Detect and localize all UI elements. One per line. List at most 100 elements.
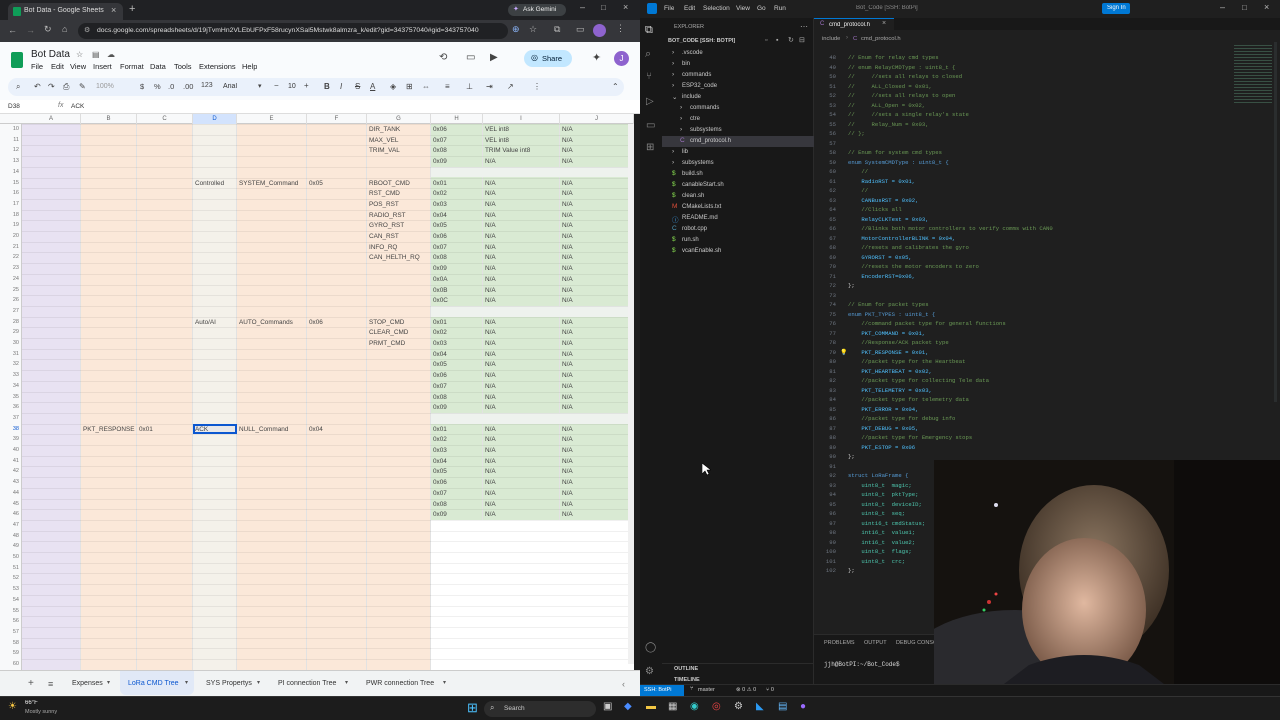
paint-format-icon[interactable]: ✎	[79, 82, 86, 91]
explorer-item[interactable]: › subsystems	[662, 158, 814, 169]
row-number[interactable]: 14	[0, 169, 19, 175]
sheet-cell[interactable]: Auto/AI	[195, 319, 216, 326]
sheet-cell[interactable]: PRMT_CMD	[369, 340, 405, 347]
sheet-cell[interactable]: 0x05	[433, 361, 447, 368]
row-number[interactable]: 31	[0, 351, 19, 357]
sheet-cell[interactable]: N/A	[485, 490, 496, 497]
sheet-cell[interactable]: 0x04	[433, 212, 447, 219]
row-number[interactable]: 58	[0, 640, 19, 646]
zoom-select[interactable]: 100%	[96, 83, 114, 90]
sheet-cell[interactable]: N/A	[562, 190, 573, 197]
remote-explorer-icon[interactable]: ▭	[646, 120, 655, 131]
sheet-cell[interactable]: 0x09	[433, 158, 447, 165]
sheet-cell[interactable]: N/A	[562, 436, 573, 443]
row-number[interactable]: 27	[0, 308, 19, 314]
sheet-cell[interactable]: N/A	[485, 190, 496, 197]
sheet-cell[interactable]: N/A	[562, 287, 573, 294]
print-icon[interactable]: ⎙	[63, 82, 69, 92]
row-number[interactable]: 45	[0, 501, 19, 507]
sheet-cell[interactable]: N/A	[485, 265, 496, 272]
scroll-tabs-icon[interactable]: ‹	[622, 679, 625, 689]
sheet-cell[interactable]: 0x05	[309, 180, 323, 187]
valign-icon[interactable]: ⊥	[466, 82, 473, 91]
comments-icon[interactable]: ▭	[466, 52, 475, 63]
forward-icon[interactable]: →	[26, 25, 35, 35]
panel-tab-problems[interactable]: PROBLEMS	[824, 640, 855, 646]
redo-icon[interactable]: ↷	[48, 82, 55, 91]
explorer-item[interactable]: $ vcanEnable.sh	[662, 246, 814, 257]
sheet-cell[interactable]: INFO_RQ	[369, 244, 397, 251]
branch-label[interactable]: master	[698, 687, 715, 693]
editor-scrollbar[interactable]	[1274, 42, 1277, 402]
vs-menu-file[interactable]: File	[664, 5, 674, 12]
sheet-cell[interactable]: N/A	[562, 319, 573, 326]
menu-insert[interactable]: Insert	[93, 62, 112, 71]
vscode-taskbar-icon[interactable]: ◣	[756, 701, 764, 712]
url-field[interactable]: ⚙ docs.google.com/spreadsheets/d/19jTvmH…	[78, 23, 508, 39]
sheet-cell[interactable]: N/A	[485, 447, 496, 454]
borders-icon[interactable]: ⊞	[406, 82, 413, 91]
row-number[interactable]: 16	[0, 190, 19, 196]
vs-close-icon[interactable]: ×	[1264, 2, 1269, 12]
sheet-cell[interactable]: N/A	[485, 158, 496, 165]
sheet-cell[interactable]: N/A	[485, 244, 496, 251]
sheet-cell[interactable]: RADIO_RST	[369, 212, 406, 219]
sheet-cell[interactable]: N/A	[562, 490, 573, 497]
decrease-decimal-icon[interactable]: .0	[168, 82, 174, 91]
extensions-icon[interactable]: ⊞	[646, 142, 654, 153]
chrome-taskbar-icon[interactable]: ◎	[712, 701, 721, 712]
sheet-cell[interactable]: CAN_HELTH_RQ	[369, 254, 420, 261]
sheet-cell[interactable]: 0x08	[433, 254, 447, 261]
move-icon[interactable]: ▤	[92, 50, 100, 59]
vs-menu-go[interactable]: Go	[757, 5, 766, 12]
sheet-cell[interactable]: N/A	[562, 222, 573, 229]
sheet-cell[interactable]: N/A	[562, 501, 573, 508]
sheet-cell[interactable]: N/A	[562, 180, 573, 187]
row-number[interactable]: 48	[0, 533, 19, 539]
sheet-cell[interactable]: NULL_Command	[239, 426, 288, 433]
sheet-cell[interactable]: 0x01	[433, 319, 447, 326]
tab-dropdown-icon[interactable]: ▾	[107, 679, 110, 686]
tab-dropdown-icon[interactable]: ▾	[345, 679, 348, 686]
sheet-cell[interactable]: N/A	[485, 254, 496, 261]
strikethrough-icon[interactable]: S	[355, 82, 360, 91]
sheet-cell[interactable]: 0x03	[433, 340, 447, 347]
column-header[interactable]: A	[22, 114, 81, 124]
merge-icon[interactable]: ⇔	[422, 82, 430, 91]
weather-text[interactable]: Mostly sunny	[25, 709, 57, 715]
row-number[interactable]: 20	[0, 233, 19, 239]
increase-font-icon[interactable]: +	[304, 81, 309, 90]
site-info-icon[interactable]: ⚙	[84, 26, 90, 34]
explorer-item[interactable]: $ run.sh	[662, 235, 814, 246]
vs-maximize-icon[interactable]: □	[1242, 3, 1247, 12]
sheet-cell[interactable]: 0x02	[433, 436, 447, 443]
sheet-cell[interactable]: N/A	[562, 201, 573, 208]
sheet-cell[interactable]: N/A	[562, 254, 573, 261]
sheet-cell[interactable]: 0x01	[433, 180, 447, 187]
row-number[interactable]: 38	[0, 426, 19, 432]
sheet-cell[interactable]: RBOOT_CMD	[369, 180, 410, 187]
row-number[interactable]: 53	[0, 586, 19, 592]
sheet-cell[interactable]: N/A	[485, 319, 496, 326]
sheet-cell[interactable]: AUTO_Commands	[239, 319, 293, 326]
run-debug-icon[interactable]: ▷	[646, 96, 654, 107]
ask-gemini-button[interactable]: ✦ Ask Gemini	[508, 4, 566, 16]
tab-dropdown-icon[interactable]: ▾	[257, 679, 260, 686]
sheet-cell[interactable]: N/A	[485, 287, 496, 294]
column-header[interactable]: F	[307, 114, 367, 124]
increase-decimal-icon[interactable]: .00	[183, 82, 193, 91]
sheet-cell[interactable]: 0x05	[433, 468, 447, 475]
sheet-cell[interactable]: N/A	[485, 212, 496, 219]
minimize-icon[interactable]: –	[580, 2, 585, 12]
collapse-all-icon[interactable]: ⊟	[799, 36, 805, 44]
sheet-cell[interactable]: N/A	[562, 361, 573, 368]
sheet-cell[interactable]: N/A	[485, 426, 496, 433]
row-number[interactable]: 32	[0, 361, 19, 367]
collapse-toolbar-icon[interactable]: ⌃	[612, 82, 619, 91]
row-number[interactable]: 39	[0, 436, 19, 442]
sheet-cell[interactable]: N/A	[485, 201, 496, 208]
sheet-cell[interactable]: N/A	[562, 458, 573, 465]
row-number[interactable]: 10	[0, 126, 19, 132]
sheet-cell[interactable]: 0x02	[433, 329, 447, 336]
explorer-more-icon[interactable]: ⋯	[800, 22, 808, 31]
